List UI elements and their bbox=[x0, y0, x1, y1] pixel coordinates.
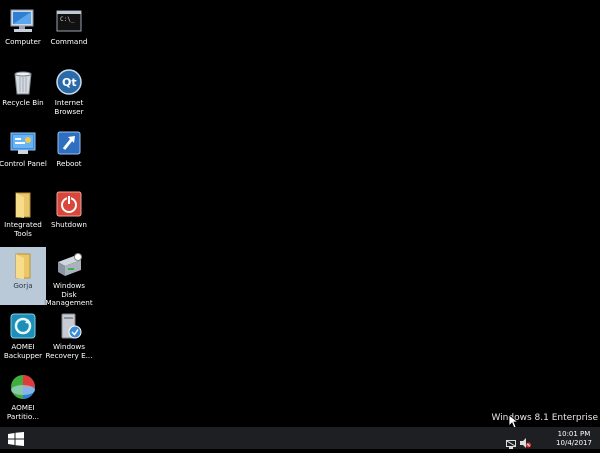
desktop-icon-reboot[interactable]: Reboot bbox=[46, 125, 92, 183]
reboot-icon bbox=[54, 128, 84, 158]
desktop-icon-label: Integrated Tools bbox=[4, 220, 42, 238]
folder-icon bbox=[8, 250, 38, 280]
desktop-icon-label: AOMEI Backupper bbox=[3, 342, 43, 360]
desktop-icon-control-panel[interactable]: Control Panel bbox=[0, 125, 47, 183]
folder-icon bbox=[8, 189, 38, 219]
computer-icon bbox=[8, 6, 38, 36]
desktop[interactable]: Computer Recycle Bin Control Panel Integ… bbox=[0, 0, 600, 427]
desktop-icon-label: Control Panel bbox=[0, 159, 47, 168]
desktop-icon-label: Windows Recovery E... bbox=[45, 342, 93, 360]
desktop-icon-shutdown[interactable]: Shutdown bbox=[46, 186, 92, 244]
aomei-partition-icon bbox=[8, 372, 38, 402]
desktop-icon-aomei-backupper[interactable]: AOMEI Backupper bbox=[0, 308, 46, 366]
desktop-icon-label: AOMEI Partitio... bbox=[6, 403, 40, 421]
volume-muted-icon[interactable] bbox=[520, 433, 531, 452]
taskbar-clock-time[interactable]: 10:01 PM bbox=[554, 430, 594, 438]
command-prompt-icon: C:\_ bbox=[54, 6, 84, 36]
disk-management-icon bbox=[54, 250, 84, 280]
desktop-icon-label: Gorja bbox=[13, 281, 33, 290]
desktop-icon-label: Command bbox=[50, 37, 88, 46]
desktop-icon-label: Internet Browser bbox=[54, 98, 84, 116]
taskbar: 10:01 PM 10/4/2017 bbox=[0, 427, 600, 449]
desktop-icon-integrated-tools[interactable]: Integrated Tools bbox=[0, 186, 46, 244]
recycle-bin-icon bbox=[8, 67, 38, 97]
desktop-icon-internet-browser[interactable]: Qt Internet Browser bbox=[46, 64, 92, 122]
windows-logo-icon bbox=[8, 432, 24, 446]
desktop-icon-label: Reboot bbox=[56, 159, 82, 168]
desktop-icon-command[interactable]: C:\_ Command bbox=[46, 3, 92, 61]
windows-recovery-icon bbox=[54, 311, 84, 341]
os-version-watermark: Windows 8.1 Enterprise bbox=[491, 413, 598, 423]
aomei-backupper-icon bbox=[8, 311, 38, 341]
system-tray: 10:01 PM 10/4/2017 bbox=[500, 427, 600, 449]
control-panel-icon bbox=[8, 128, 38, 158]
desktop-icon-label: Shutdown bbox=[51, 220, 87, 229]
network-icon[interactable] bbox=[506, 434, 516, 453]
desktop-icon-computer[interactable]: Computer bbox=[0, 3, 46, 61]
desktop-icon-label: Windows Disk Management bbox=[45, 281, 93, 308]
desktop-icon-label: Computer bbox=[5, 37, 41, 46]
desktop-icon-gorja[interactable]: Gorja bbox=[0, 247, 46, 305]
svg-text:C:\_: C:\_ bbox=[60, 16, 75, 23]
desktop-icon-label: Recycle Bin bbox=[2, 98, 44, 107]
qt-browser-icon: Qt bbox=[54, 67, 84, 97]
desktop-icon-aomei-partition[interactable]: AOMEI Partitio... bbox=[0, 369, 46, 427]
desktop-icon-windows-recovery[interactable]: Windows Recovery E... bbox=[45, 308, 93, 366]
svg-text:Qt: Qt bbox=[62, 76, 77, 89]
shutdown-icon bbox=[54, 189, 84, 219]
start-button[interactable] bbox=[8, 431, 24, 446]
taskbar-clock-date[interactable]: 10/4/2017 bbox=[554, 439, 594, 447]
desktop-icon-windows-disk-management[interactable]: Windows Disk Management bbox=[45, 247, 93, 308]
desktop-icon-recycle-bin[interactable]: Recycle Bin bbox=[0, 64, 46, 122]
